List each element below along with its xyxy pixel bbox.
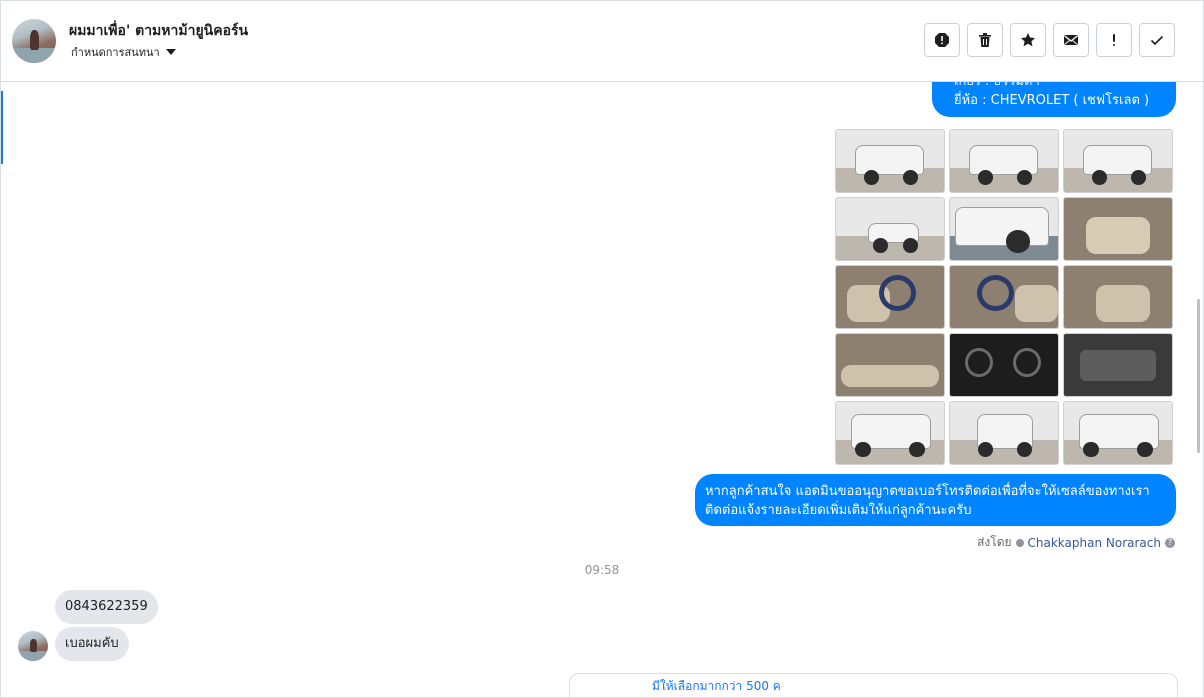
follow-up-button[interactable] (1096, 23, 1132, 57)
photo-thumbnail[interactable] (1063, 401, 1173, 465)
status-dropdown[interactable]: กำหนดการสนทนา (71, 43, 176, 61)
sent-by-info: ส่งโดย Chakkaphan Norarach ? (977, 533, 1175, 552)
suggested-reply-text: มีให้เลือกมากกว่า 500 ค (652, 679, 781, 693)
admin-reply-line-1: หากลูกค้าสนใจ แอดมินขออนุญาตขอเบอร์โทรติ… (705, 484, 1150, 499)
conversation-panel: ผมมาเพื่อ' ตามหาม้ายูนิคอร์น กำหนดการสนท… (0, 0, 1204, 698)
mark-unread-button[interactable] (1053, 23, 1089, 57)
contact-avatar[interactable] (12, 19, 56, 63)
admin-reply-message: หากลูกค้าสนใจ แอดมินขออนุญาตขอเบอร์โทรติ… (695, 474, 1176, 526)
photo-thumbnail[interactable] (1063, 197, 1173, 261)
delete-button[interactable] (967, 23, 1003, 57)
contact-name[interactable]: ผมมาเพื่อ' ตามหาม้ายูนิคอร์น (69, 20, 248, 42)
photo-thumbnail[interactable] (949, 129, 1059, 193)
incoming-message-phone: 0843622359 (55, 590, 158, 624)
suggested-reply-card[interactable]: มีให้เลือกมากกว่า 500 ค (569, 673, 1178, 697)
mark-done-button[interactable] (1139, 23, 1175, 57)
caret-down-icon (165, 49, 176, 55)
photo-thumbnail[interactable] (835, 265, 945, 329)
scrollbar-thumb[interactable] (1197, 299, 1200, 453)
photo-thumbnail[interactable] (835, 333, 945, 397)
spam-icon (935, 33, 949, 47)
message-timestamp: 09:58 (584, 563, 620, 577)
photo-thumbnail[interactable] (949, 333, 1059, 397)
sender-name[interactable]: Chakkaphan Norarach (1028, 536, 1161, 550)
photo-thumbnail[interactable] (949, 401, 1059, 465)
photo-thumbnail[interactable] (1063, 129, 1173, 193)
incoming-message-text: เบอผมคับ (55, 627, 129, 661)
star-icon (1021, 33, 1035, 47)
photo-thumbnail[interactable] (1063, 333, 1173, 397)
status-label: กำหนดการสนทนา (71, 46, 160, 59)
spam-button[interactable] (924, 23, 960, 57)
sent-by-prefix: ส่งโดย (977, 535, 1012, 549)
contact-avatar-small[interactable] (18, 631, 48, 661)
help-icon[interactable]: ? (1165, 537, 1175, 548)
envelope-icon (1064, 35, 1078, 45)
verified-icon (1015, 538, 1024, 547)
photo-thumbnail[interactable] (835, 129, 945, 193)
exclamation-icon (1113, 34, 1115, 46)
photo-thumbnail[interactable] (835, 401, 945, 465)
photo-grid (835, 129, 1173, 465)
header-actions (924, 23, 1175, 57)
car-info-line-brand: ยี่ห้อ : CHEVROLET ( เชฟโรเลต ) (954, 93, 1150, 108)
conversation-header: ผมมาเพื่อ' ตามหาม้ายูนิคอร์น กำหนดการสนท… (1, 1, 1203, 82)
trash-icon (979, 33, 991, 47)
star-button[interactable] (1010, 23, 1046, 57)
selection-indicator (1, 91, 3, 164)
check-icon (1150, 35, 1164, 46)
admin-reply-line-2: ติดต่อแจ้งรายละเอียดเพิ่มเติมให้แก่ลูกค้… (705, 503, 972, 518)
photo-thumbnail[interactable] (949, 197, 1059, 261)
photo-thumbnail[interactable] (949, 265, 1059, 329)
photo-thumbnail[interactable] (1063, 265, 1173, 329)
photo-thumbnail[interactable] (835, 197, 945, 261)
